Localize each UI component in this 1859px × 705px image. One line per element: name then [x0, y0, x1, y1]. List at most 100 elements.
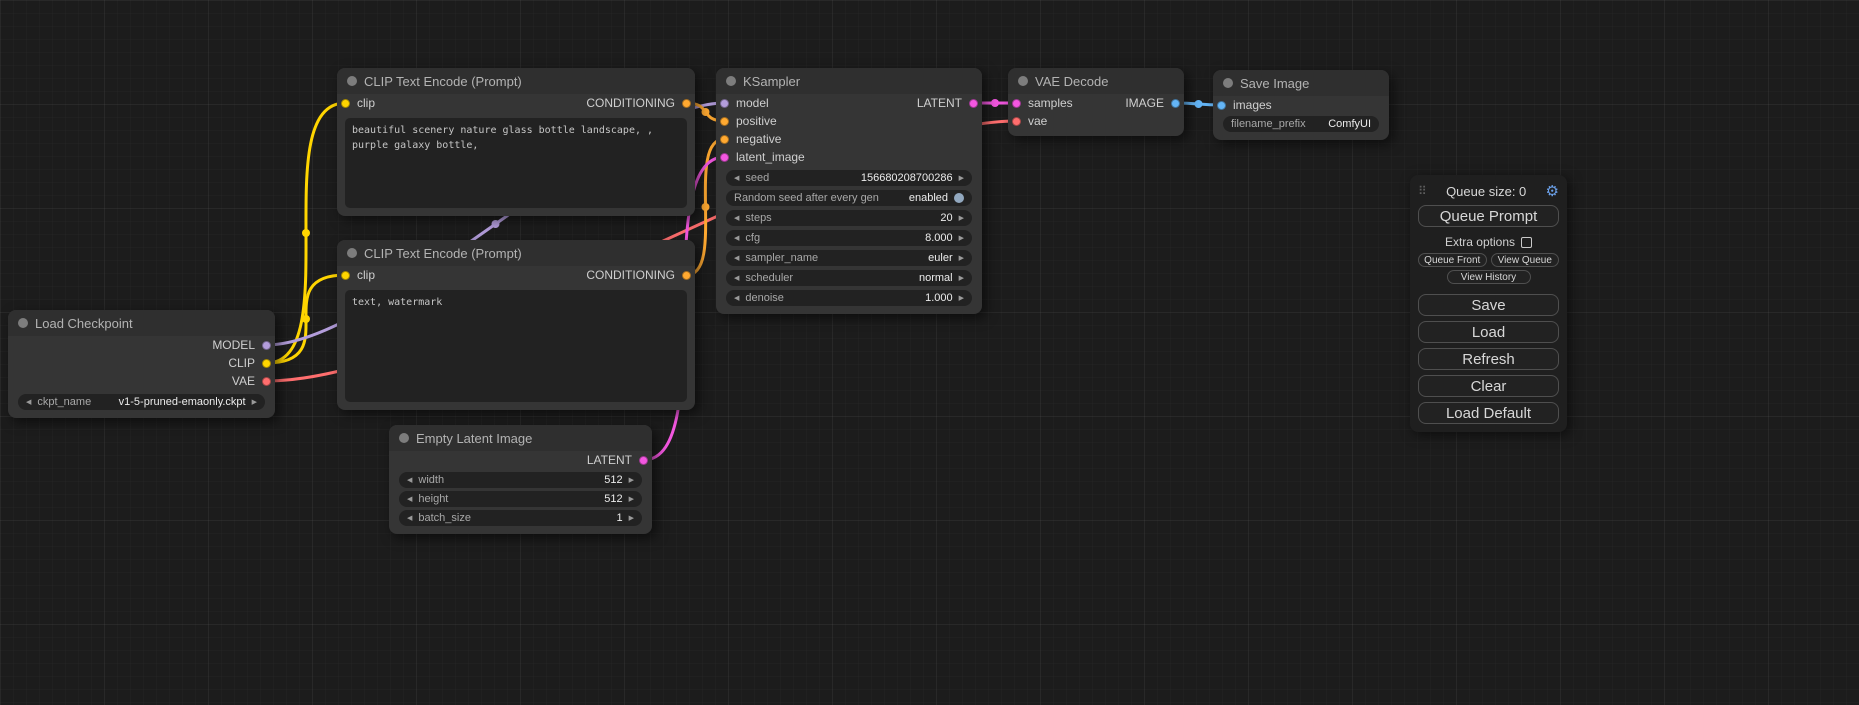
decrement-arrow-icon[interactable]: ◀ — [407, 515, 412, 522]
next-value-arrow-icon[interactable]: ▶ — [959, 255, 964, 262]
ckpt-name-widget[interactable]: ◀ ckpt_name v1-5-pruned-emaonly.ckpt ▶ — [18, 394, 265, 410]
node-title-bar[interactable]: Load Checkpoint — [8, 310, 275, 336]
output-label: IMAGE — [1125, 96, 1164, 110]
node-title-bar[interactable]: Empty Latent Image — [389, 425, 652, 451]
increment-arrow-icon[interactable]: ▶ — [959, 235, 964, 242]
collapse-dot-icon[interactable] — [726, 76, 736, 86]
denoise-widget[interactable]: ◀ denoise 1.000 ▶ — [726, 290, 972, 306]
input-port-images[interactable] — [1217, 101, 1226, 110]
node-clip-text-encode-positive[interactable]: CLIP Text Encode (Prompt) clip CONDITION… — [337, 68, 695, 216]
collapse-dot-icon[interactable] — [1223, 78, 1233, 88]
node-title-bar[interactable]: CLIP Text Encode (Prompt) — [337, 240, 695, 266]
node-title-bar[interactable]: KSampler — [716, 68, 982, 94]
input-port-clip[interactable] — [341, 271, 350, 280]
output-port-vae[interactable] — [262, 377, 271, 386]
load-default-button[interactable]: Load Default — [1418, 402, 1559, 424]
toggle-knob-icon[interactable] — [954, 193, 964, 203]
save-button[interactable]: Save — [1418, 294, 1559, 316]
collapse-dot-icon[interactable] — [347, 76, 357, 86]
output-label: CONDITIONING — [586, 268, 675, 282]
widget-value: 512 — [604, 474, 622, 486]
decrement-arrow-icon[interactable]: ◀ — [407, 496, 412, 503]
sampler-name-widget[interactable]: ◀ sampler_name euler ▶ — [726, 250, 972, 266]
collapse-dot-icon[interactable] — [347, 248, 357, 258]
node-ksampler[interactable]: KSampler model LATENT positive negative … — [716, 68, 982, 314]
seed-widget[interactable]: ◀ seed 156680208700286 ▶ — [726, 170, 972, 186]
node-title-bar[interactable]: CLIP Text Encode (Prompt) — [337, 68, 695, 94]
output-port-latent[interactable] — [639, 456, 648, 465]
widget-label: filename_prefix — [1231, 118, 1306, 130]
input-port-positive[interactable] — [720, 117, 729, 126]
widget-value: 1.000 — [925, 292, 953, 304]
steps-widget[interactable]: ◀ steps 20 ▶ — [726, 210, 972, 226]
node-title-bar[interactable]: VAE Decode — [1008, 68, 1184, 94]
input-port-latent-image[interactable] — [720, 153, 729, 162]
filename-prefix-widget[interactable]: filename_prefix ComfyUI — [1223, 116, 1379, 132]
view-history-button[interactable]: View History — [1447, 270, 1531, 284]
input-port-vae[interactable] — [1012, 117, 1021, 126]
queue-front-button[interactable]: Queue Front — [1418, 253, 1487, 267]
node-save-image[interactable]: Save Image images filename_prefix ComfyU… — [1213, 70, 1389, 140]
negative-prompt-textarea[interactable]: text, watermark — [345, 290, 687, 402]
collapse-dot-icon[interactable] — [1018, 76, 1028, 86]
input-port-model[interactable] — [720, 99, 729, 108]
next-value-arrow-icon[interactable]: ▶ — [959, 275, 964, 282]
collapse-dot-icon[interactable] — [18, 318, 28, 328]
height-widget[interactable]: ◀ height 512 ▶ — [399, 491, 642, 507]
node-title-bar[interactable]: Save Image — [1213, 70, 1389, 96]
random-seed-toggle[interactable]: Random seed after every gen enabled — [726, 190, 972, 206]
output-port-latent[interactable] — [969, 99, 978, 108]
input-port-samples[interactable] — [1012, 99, 1021, 108]
settings-gear-icon[interactable]: ⚙ — [1546, 184, 1559, 199]
node-graph-canvas[interactable]: Load Checkpoint MODEL CLIP VAE ◀ ckpt_na… — [0, 0, 1859, 705]
decrement-arrow-icon[interactable]: ◀ — [734, 175, 739, 182]
width-widget[interactable]: ◀ width 512 ▶ — [399, 472, 642, 488]
wire-midpoint-dot — [1195, 100, 1203, 108]
queue-prompt-button[interactable]: Queue Prompt — [1418, 205, 1559, 227]
widget-value: 512 — [604, 493, 622, 505]
output-port-image[interactable] — [1171, 99, 1180, 108]
prev-value-arrow-icon[interactable]: ◀ — [734, 275, 739, 282]
decrement-arrow-icon[interactable]: ◀ — [734, 295, 739, 302]
drag-handle-icon[interactable]: ⠿ — [1418, 184, 1427, 198]
node-empty-latent-image[interactable]: Empty Latent Image LATENT ◀ width 512 ▶ … — [389, 425, 652, 534]
widget-value: 20 — [940, 212, 952, 224]
output-port-conditioning[interactable] — [682, 99, 691, 108]
decrement-arrow-icon[interactable]: ◀ — [734, 235, 739, 242]
increment-arrow-icon[interactable]: ▶ — [629, 496, 634, 503]
node-vae-decode[interactable]: VAE Decode samples IMAGE vae — [1008, 68, 1184, 136]
output-port-model[interactable] — [262, 341, 271, 350]
input-label: samples — [1028, 96, 1073, 110]
batch-size-widget[interactable]: ◀ batch_size 1 ▶ — [399, 510, 642, 526]
extra-options-checkbox[interactable] — [1521, 237, 1532, 248]
positive-prompt-textarea[interactable]: beautiful scenery nature glass bottle la… — [345, 118, 687, 208]
input-port-clip[interactable] — [341, 99, 350, 108]
decrement-arrow-icon[interactable]: ◀ — [407, 477, 412, 484]
increment-arrow-icon[interactable]: ▶ — [629, 477, 634, 484]
prev-value-arrow-icon[interactable]: ◀ — [26, 399, 31, 406]
output-port-clip[interactable] — [262, 359, 271, 368]
input-slot-images: images — [1213, 96, 1389, 114]
refresh-button[interactable]: Refresh — [1418, 348, 1559, 370]
increment-arrow-icon[interactable]: ▶ — [959, 295, 964, 302]
next-value-arrow-icon[interactable]: ▶ — [252, 399, 257, 406]
view-queue-button[interactable]: View Queue — [1491, 253, 1560, 267]
node-title: KSampler — [743, 74, 800, 89]
scheduler-widget[interactable]: ◀ scheduler normal ▶ — [726, 270, 972, 286]
output-slot-latent: LATENT — [389, 451, 652, 469]
input-port-negative[interactable] — [720, 135, 729, 144]
prev-value-arrow-icon[interactable]: ◀ — [734, 255, 739, 262]
collapse-dot-icon[interactable] — [399, 433, 409, 443]
decrement-arrow-icon[interactable]: ◀ — [734, 215, 739, 222]
clear-button[interactable]: Clear — [1418, 375, 1559, 397]
increment-arrow-icon[interactable]: ▶ — [629, 515, 634, 522]
cfg-widget[interactable]: ◀ cfg 8.000 ▶ — [726, 230, 972, 246]
node-clip-text-encode-negative[interactable]: CLIP Text Encode (Prompt) clip CONDITION… — [337, 240, 695, 410]
increment-arrow-icon[interactable]: ▶ — [959, 175, 964, 182]
load-button[interactable]: Load — [1418, 321, 1559, 343]
increment-arrow-icon[interactable]: ▶ — [959, 215, 964, 222]
node-load-checkpoint[interactable]: Load Checkpoint MODEL CLIP VAE ◀ ckpt_na… — [8, 310, 275, 418]
input-label: model — [736, 96, 769, 110]
input-label: latent_image — [736, 150, 805, 164]
output-port-conditioning[interactable] — [682, 271, 691, 280]
